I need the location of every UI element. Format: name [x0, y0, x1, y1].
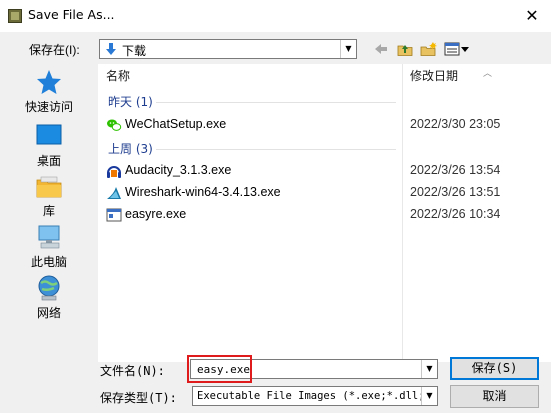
view-grid-icon	[444, 42, 469, 56]
filetype-label: 保存类型(T):	[100, 391, 177, 405]
file-row[interactable]: Audacity_3.1.3.exe 2022/3/26 13:54	[98, 160, 551, 182]
new-folder-button[interactable]	[419, 40, 439, 58]
file-list[interactable]: 名称 ︿ 修改日期 昨天 (1) WeChatSetup.exe 2022/3/…	[98, 64, 551, 362]
place-quick-access[interactable]: 快速访问	[11, 66, 87, 118]
column-header-date[interactable]: 修改日期	[410, 64, 458, 89]
app-icon	[8, 9, 22, 23]
chevron-down-icon[interactable]: ▼	[421, 387, 437, 405]
place-library[interactable]: 库	[11, 170, 87, 222]
group-header-yesterday[interactable]: 昨天 (1)	[108, 93, 153, 111]
up-folder-icon	[397, 45, 413, 56]
place-label: 快速访问	[24, 100, 73, 114]
file-row[interactable]: Wireshark-win64-3.4.13.exe 2022/3/26 13:…	[98, 182, 551, 204]
save-in-combo[interactable]: 下载 ▼	[99, 39, 357, 59]
view-menu-button[interactable]	[443, 40, 471, 58]
place-label: 库	[42, 204, 55, 218]
wechat-icon	[107, 119, 122, 131]
save-in-label: 保存在(I):	[29, 43, 80, 57]
file-row[interactable]: WeChatSetup.exe 2022/3/30 23:05	[98, 114, 551, 136]
group-divider	[156, 149, 396, 150]
filetype-select[interactable]: Executable File Images (*.exe;*.dll;* ▼	[192, 386, 438, 406]
computer-icon	[38, 225, 60, 249]
back-arrow-icon	[375, 44, 387, 54]
file-date: 2022/3/26 10:34	[410, 207, 501, 221]
cancel-button[interactable]: 取消	[450, 385, 539, 408]
wireshark-icon	[107, 187, 121, 199]
desktop-icon	[36, 124, 62, 145]
exe-icon	[106, 208, 122, 222]
places-bar: 快速访问 桌面 库 此电脑 网络	[11, 64, 87, 334]
save-button[interactable]: 保存(S)	[450, 357, 539, 380]
chevron-down-icon[interactable]: ▼	[340, 40, 356, 58]
place-network[interactable]: 网络	[11, 272, 87, 324]
window-title: Save File As...	[28, 7, 115, 22]
place-label: 桌面	[36, 154, 61, 168]
filetype-value: Executable File Images (*.exe;*.dll;*	[197, 390, 431, 402]
network-icon	[38, 275, 60, 301]
file-date: 2022/3/26 13:51	[410, 185, 501, 199]
title-bar: Save File As... ✕	[0, 0, 551, 32]
save-dialog: 保存在(I): 下载 ▼ 快速访问 桌面 库 此电脑 网络 名称 ︿ 修改日期 …	[0, 32, 551, 413]
group-header-last-week[interactable]: 上周 (3)	[108, 140, 153, 158]
up-folder-button[interactable]	[396, 40, 414, 58]
chevron-down-icon[interactable]: ▼	[421, 360, 437, 378]
group-divider	[156, 102, 396, 103]
audacity-icon	[107, 166, 121, 178]
file-date: 2022/3/30 23:05	[410, 117, 501, 131]
file-name: easyre.exe	[125, 207, 187, 221]
filename-label: 文件名(N):	[100, 364, 165, 378]
download-folder-icon	[106, 43, 116, 55]
file-name: Audacity_3.1.3.exe	[125, 163, 232, 177]
library-icon	[36, 176, 62, 198]
star-icon	[37, 70, 61, 94]
place-label: 此电脑	[30, 255, 67, 269]
save-in-value: 下载	[122, 44, 147, 58]
place-desktop[interactable]: 桌面	[11, 120, 87, 172]
place-this-pc[interactable]: 此电脑	[11, 221, 87, 273]
file-name: WeChatSetup.exe	[125, 117, 227, 131]
filename-highlight-box	[187, 355, 252, 383]
place-label: 网络	[36, 306, 61, 320]
file-row[interactable]: easyre.exe 2022/3/26 10:34	[98, 204, 551, 226]
file-name: Wireshark-win64-3.4.13.exe	[125, 185, 281, 199]
sort-chevron-icon: ︿	[483, 69, 493, 79]
new-folder-icon	[420, 42, 437, 56]
file-date: 2022/3/26 13:54	[410, 163, 501, 177]
close-button[interactable]: ✕	[520, 4, 544, 28]
column-header-name[interactable]: 名称	[106, 64, 130, 89]
back-button[interactable]	[372, 40, 390, 58]
